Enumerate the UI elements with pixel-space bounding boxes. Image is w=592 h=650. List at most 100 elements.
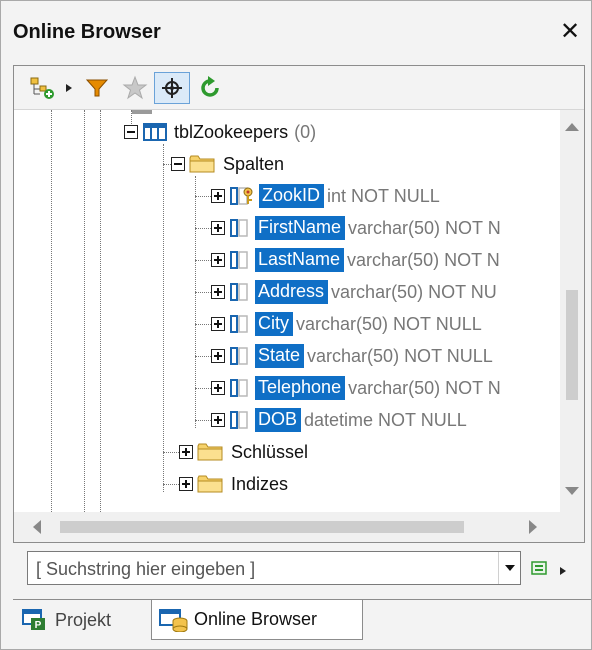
search-box <box>27 551 521 585</box>
column-type: varchar(50) NOT NULL <box>307 345 493 366</box>
tree-node-column[interactable]: Telephone varchar(50) NOT N <box>211 374 501 402</box>
tree-guide-line <box>195 356 211 357</box>
tab-online-browser[interactable]: Online Browser <box>151 600 363 640</box>
tree-guide-line <box>51 110 52 512</box>
expand-icon[interactable] <box>211 189 225 203</box>
table-name: tblZookeepers <box>174 121 289 142</box>
refresh-icon[interactable] <box>194 72 226 104</box>
column-type: int NOT NULL <box>327 185 440 206</box>
indexes-folder-label: Indizes <box>231 473 289 494</box>
tree-guide-line <box>84 110 85 512</box>
tree-node-column[interactable]: LastName varchar(50) NOT N <box>211 246 500 274</box>
close-icon[interactable]: ✕ <box>557 19 583 45</box>
vertical-scroll-thumb[interactable] <box>566 290 578 400</box>
online-browser-icon <box>159 608 188 632</box>
expand-icon[interactable] <box>211 413 225 427</box>
table-row-count: (0) <box>294 121 317 142</box>
expand-arrow-icon[interactable] <box>62 72 76 104</box>
chevron-down-icon <box>504 565 515 571</box>
tree-node-column[interactable]: State varchar(50) NOT NULL <box>211 342 493 370</box>
primary-key-column-icon <box>230 187 253 205</box>
tree-guide-line <box>195 228 211 229</box>
add-object-icon[interactable] <box>26 72 60 104</box>
column-icon <box>230 411 248 429</box>
scroll-right-icon[interactable] <box>528 519 538 535</box>
vertical-scrollbar[interactable] <box>560 110 584 512</box>
tab-label: Projekt <box>55 609 112 630</box>
tree-guide-line <box>163 164 171 165</box>
tab-label: Online Browser <box>194 609 318 629</box>
tree-guide-line <box>195 260 211 261</box>
column-type: varchar(50) NOT N <box>348 217 501 238</box>
column-type: varchar(50) NOT NULL <box>296 313 482 334</box>
tree-node-indexes-folder[interactable]: Indizes <box>179 470 288 498</box>
column-type: datetime NOT NULL <box>304 409 467 430</box>
bottom-tab-bar: P Projekt Online Browser <box>13 599 591 649</box>
column-name: Telephone <box>255 376 346 400</box>
tree-node-column[interactable]: FirstName varchar(50) NOT N <box>211 214 501 242</box>
expand-icon[interactable] <box>179 445 193 459</box>
search-bar <box>13 551 566 587</box>
horizontal-scrollbar[interactable] <box>14 512 584 542</box>
tree-node-column[interactable]: Address varchar(50) NOT NU <box>211 278 497 306</box>
tree-guide-line <box>163 144 164 492</box>
column-type: varchar(50) NOT N <box>348 377 501 398</box>
column-name: Address <box>255 280 329 304</box>
tree-node-column[interactable]: ZookID int NOT NULL <box>211 182 440 210</box>
scroll-up-icon[interactable] <box>564 122 580 132</box>
object-tree: tblZookeepers (0) Spalten ZookID int NOT … <box>14 110 560 512</box>
table-icon <box>143 123 167 141</box>
column-name: FirstName <box>255 216 346 240</box>
scroll-down-icon[interactable] <box>564 486 580 496</box>
column-name: DOB <box>255 408 302 432</box>
tree-guide-line <box>195 420 211 421</box>
collapse-icon[interactable] <box>124 125 138 139</box>
scroll-left-icon[interactable] <box>32 519 42 535</box>
horizontal-scroll-thumb[interactable] <box>60 521 464 533</box>
tree-guide-line <box>195 388 211 389</box>
column-icon <box>230 315 248 333</box>
browser-panel: tblZookeepers (0) Spalten ZookID int NOT … <box>13 65 585 543</box>
search-options-button[interactable] <box>529 557 551 579</box>
column-icon <box>230 379 248 397</box>
search-dropdown-button[interactable] <box>498 552 520 584</box>
column-name: State <box>255 344 305 368</box>
search-input[interactable] <box>34 557 484 581</box>
tab-projekt[interactable]: P Projekt <box>17 600 145 640</box>
object-locator-icon[interactable] <box>154 72 190 104</box>
tree-node-column[interactable]: DOB datetime NOT NULL <box>211 406 467 434</box>
online-browser-window: Online Browser ✕ tblZookeepers (0) Spalt… <box>0 0 592 650</box>
column-type: varchar(50) NOT N <box>347 249 500 270</box>
expand-icon[interactable] <box>179 477 193 491</box>
expand-icon[interactable] <box>211 317 225 331</box>
column-icon <box>230 283 248 301</box>
expand-icon[interactable] <box>211 253 225 267</box>
window-title: Online Browser <box>13 21 161 43</box>
tree-guide-line <box>163 452 179 453</box>
collapse-icon[interactable] <box>171 157 185 171</box>
favorites-star-icon[interactable] <box>118 72 152 104</box>
column-name: ZookID <box>259 184 325 208</box>
title-bar: Online Browser ✕ <box>1 1 591 65</box>
tree-node-column[interactable]: City varchar(50) NOT NULL <box>211 310 482 338</box>
column-icon <box>230 219 248 237</box>
filter-icon[interactable] <box>80 72 114 104</box>
column-icon <box>230 347 248 365</box>
project-icon: P <box>22 609 45 631</box>
columns-folder-label: Spalten <box>223 153 285 174</box>
find-in-list-icon <box>531 561 547 575</box>
tree-guide-line <box>195 324 211 325</box>
expand-icon[interactable] <box>211 349 225 363</box>
folder-icon <box>189 155 215 173</box>
tree-node-keys-folder[interactable]: Schlüssel <box>179 438 308 466</box>
search-more-arrow-icon[interactable] <box>559 563 569 575</box>
tree-node-table[interactable]: tblZookeepers (0) <box>124 118 316 146</box>
expand-icon[interactable] <box>211 381 225 395</box>
tree-guide-line <box>195 176 196 428</box>
column-type: varchar(50) NOT NU <box>331 281 497 302</box>
keys-folder-label: Schlüssel <box>231 441 309 462</box>
tree-guide-line <box>195 196 211 197</box>
tree-node-columns-folder[interactable]: Spalten <box>171 150 284 178</box>
expand-icon[interactable] <box>211 221 225 235</box>
expand-icon[interactable] <box>211 285 225 299</box>
